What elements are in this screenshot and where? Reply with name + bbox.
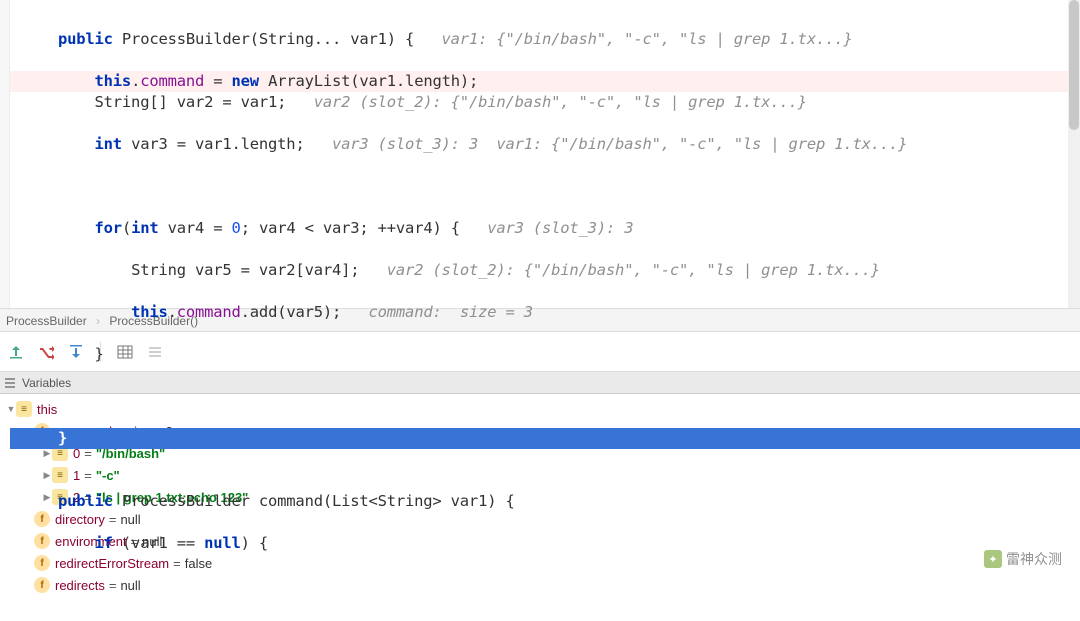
code-line: } (10, 344, 1080, 365)
vertical-scrollbar[interactable] (1068, 0, 1080, 308)
scrollbar-thumb[interactable] (1069, 0, 1079, 130)
editor-pane[interactable]: public ProcessBuilder(String... var1) { … (0, 0, 1080, 308)
code-area[interactable]: public ProcessBuilder(String... var1) { … (10, 0, 1080, 596)
code-line: String var5 = var2[var4]; var2 (slot_2):… (10, 260, 1080, 281)
inline-hint: var2 (slot_2): {"/bin/bash", "-c", "ls |… (387, 261, 880, 279)
watermark-text: 雷神众测 (1006, 549, 1062, 569)
list-icon[interactable] (147, 344, 163, 360)
inline-hint: var2 (slot_2): {"/bin/bash", "-c", "ls |… (314, 93, 807, 111)
wechat-icon: ✦ (984, 550, 1002, 568)
code-line: int var3 = var1.length; var3 (slot_3): 3… (10, 134, 1080, 155)
code-line: this.command.add(var5); command: size = … (10, 302, 1080, 323)
inline-hint: var3 (slot_3): 3 var1: {"/bin/bash", "-c… (332, 135, 907, 153)
code-line: String[] var2 = var1; var2 (slot_2): {"/… (10, 92, 1080, 113)
code-line (10, 449, 1080, 470)
inline-hint: command: size = 3 (369, 303, 533, 321)
code-line: public ProcessBuilder(String... var1) { … (10, 29, 1080, 50)
keyword: public (58, 30, 113, 48)
execution-line: } (10, 428, 1080, 449)
code-line: for(int var4 = 0; var4 < var3; ++var4) {… (10, 218, 1080, 239)
editor-gutter (0, 0, 10, 308)
watermark: ✦ 雷神众测 (984, 549, 1062, 569)
code-line-highlighted: this.command = new ArrayList(var1.length… (10, 71, 1080, 92)
code-line (10, 176, 1080, 197)
inline-hint: var3 (slot_3): 3 (487, 219, 633, 237)
code-line (10, 386, 1080, 407)
code-line: public ProcessBuilder command(List<Strin… (10, 491, 1080, 512)
code-line: if (var1 == null) { (10, 533, 1080, 554)
inline-hint: var1: {"/bin/bash", "-c", "ls | grep 1.t… (442, 30, 853, 48)
